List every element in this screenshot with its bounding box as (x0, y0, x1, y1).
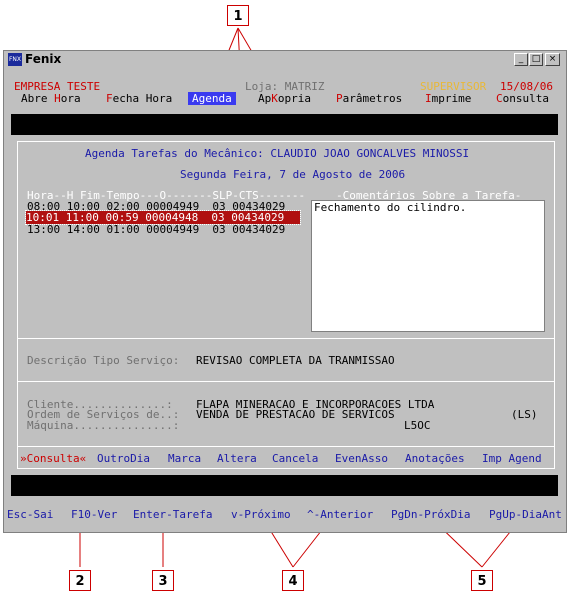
menu-fecha-hora[interactable]: Fecha Hora (106, 92, 172, 105)
menu-agenda[interactable]: Agenda (188, 92, 236, 105)
bottom-status-bar (11, 475, 558, 496)
os-code: (LS) (511, 408, 538, 421)
os-value: VENDA DE PRESTACAO DE SERVICOS (196, 408, 395, 421)
close-button[interactable]: × (545, 53, 560, 66)
comments-textarea[interactable]: Fechamento do cilindro. (311, 200, 545, 332)
fkey-anterior[interactable]: ^-Anterior (307, 508, 373, 521)
maquina-value: L5OC (404, 419, 431, 432)
menu-imprime[interactable]: Imprime (425, 92, 471, 105)
action-marca[interactable]: Marca (168, 452, 201, 465)
action-altera[interactable]: Altera (217, 452, 257, 465)
actions-bar: »Consulta« OutroDia Marca Altera Cancela… (0, 452, 573, 466)
action-imp-agend[interactable]: Imp Agend (482, 452, 542, 465)
window-title: Fenix (25, 52, 62, 66)
minimize-button[interactable]: _ (514, 53, 528, 66)
divider (18, 338, 554, 339)
agenda-date: Segunda Feira, 7 de Agosto de 2006 (180, 168, 406, 181)
tasks-list: 08:00 10:00 02:00 00004949 03 00434029 1… (25, 200, 302, 336)
fkey-esc-sai[interactable]: Esc-Sai (7, 508, 53, 521)
callout-2: 2 (69, 570, 91, 591)
action-outro-dia[interactable]: OutroDia (97, 452, 150, 465)
menu-apkopria[interactable]: ApKopria (258, 92, 311, 105)
menu-consulta[interactable]: Consulta (496, 92, 549, 105)
fkey-enter-tarefa[interactable]: Enter-Tarefa (133, 508, 212, 521)
callout-3: 3 (152, 570, 174, 591)
app-icon: FNX (8, 53, 22, 66)
action-anotacoes[interactable]: Anotações (405, 452, 465, 465)
fkey-f10-ver[interactable]: F10-Ver (71, 508, 117, 521)
agenda-title: Agenda Tarefas do Mecânico: CLAUDIO JOAO… (85, 147, 470, 160)
fkey-prox-dia[interactable]: PgDn-PróxDia (391, 508, 470, 521)
top-status-bar (11, 114, 558, 135)
divider (18, 446, 554, 447)
service-type-value: REVISAO COMPLETA DA TRANMISSAO (196, 354, 395, 367)
title-bar[interactable] (4, 51, 566, 69)
action-consulta[interactable]: »Consulta« (20, 452, 86, 465)
fkey-proximo[interactable]: v-Próximo (231, 508, 291, 521)
task-row[interactable]: 13:00 14:00 01:00 00004949 03 00434029 (27, 223, 285, 236)
action-even-asso[interactable]: EvenAsso (335, 452, 388, 465)
action-cancela[interactable]: Cancela (272, 452, 318, 465)
function-keys-bar: Esc-Sai F10-Ver Enter-Tarefa v-Próximo ^… (0, 508, 573, 522)
callout-1: 1 (227, 5, 249, 26)
menu-bar: Abre Hora Fecha Hora Agenda ApKopria Par… (0, 92, 573, 106)
divider (18, 381, 554, 382)
callout-5: 5 (471, 570, 493, 591)
comment-text: Fechamento do cilindro. (314, 201, 467, 214)
fkey-dia-ant[interactable]: PgUp-DiaAnt (489, 508, 562, 521)
callout-4: 4 (282, 570, 304, 591)
maximize-button[interactable]: □ (529, 53, 543, 66)
menu-abre-hora[interactable]: Abre Hora (21, 92, 81, 105)
menu-parametros[interactable]: Parâmetros (336, 92, 402, 105)
maquina-label: Máquina...............: (27, 419, 180, 432)
service-type-label: Descrição Tipo Serviço: (27, 354, 180, 367)
